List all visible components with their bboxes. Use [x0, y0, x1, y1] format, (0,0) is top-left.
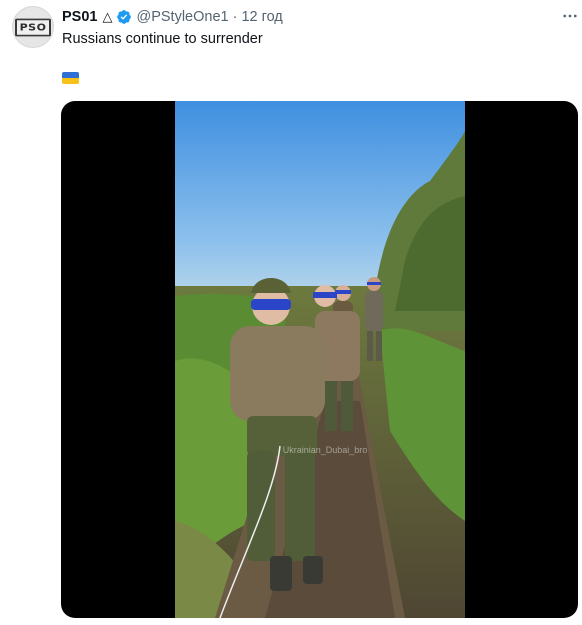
tweet[interactable]: PSO PS01 △ @PStyleOne1 · 12 год Russians… — [0, 0, 582, 625]
tweet-header: PS01 △ @PStyleOne1 · 12 год — [62, 7, 283, 27]
video-watermark: Ukrainian_Dubai_bro — [283, 445, 368, 455]
verified-badge-icon — [116, 9, 132, 25]
triangle-icon: △ — [102, 9, 113, 24]
user-handle[interactable]: @PStyleOne1 — [136, 9, 228, 25]
more-options-icon[interactable] — [560, 6, 580, 26]
avatar[interactable]: PSO — [12, 6, 54, 48]
timestamp[interactable]: 12 год — [241, 9, 282, 25]
video-frame[interactable]: Ukrainian_Dubai_bro — [175, 101, 465, 618]
ukraine-flag-icon — [62, 72, 79, 84]
video-player[interactable]: Ukrainian_Dubai_bro — [61, 101, 578, 618]
avatar-logo: PSO — [14, 18, 52, 36]
display-name[interactable]: PS01 — [62, 9, 97, 25]
tweet-text: Russians continue to surrender — [62, 31, 263, 47]
separator-dot: · — [232, 9, 238, 25]
